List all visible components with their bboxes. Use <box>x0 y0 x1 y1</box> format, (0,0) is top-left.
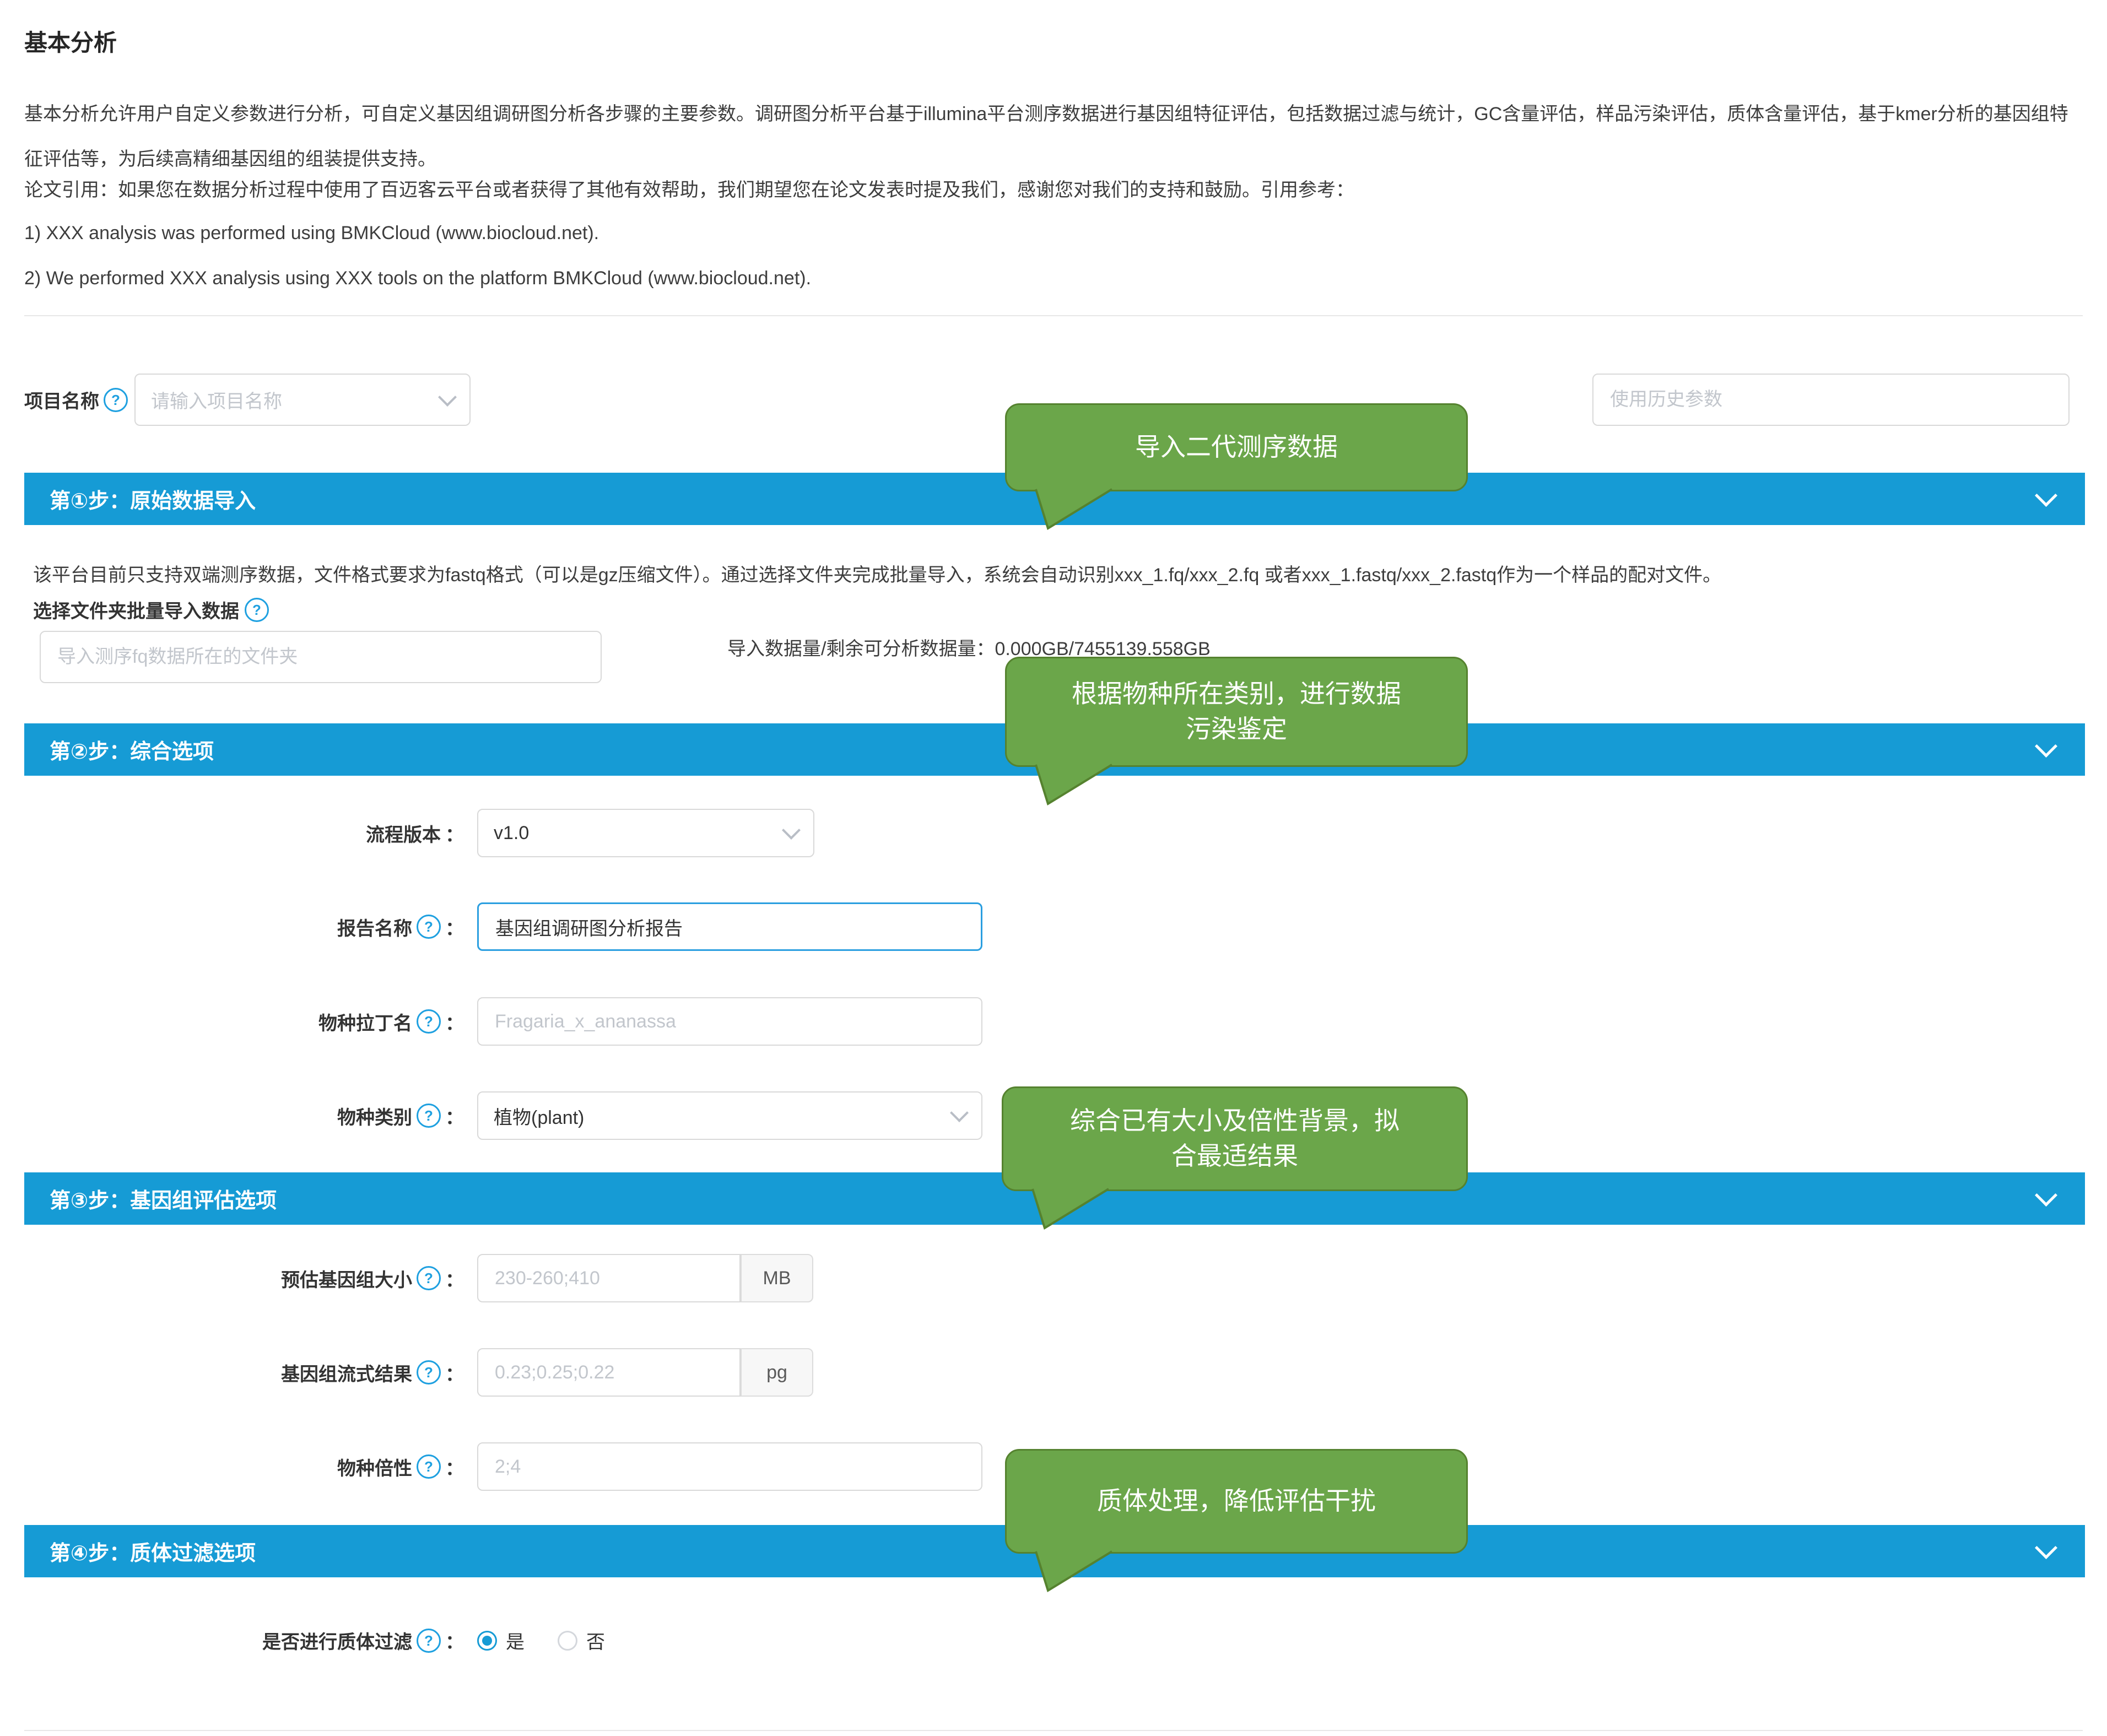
flow-result-input[interactable] <box>494 1361 724 1384</box>
colon: ： <box>445 1453 464 1480</box>
help-icon[interactable]: ? <box>417 1360 441 1385</box>
species-latin-input[interactable] <box>494 1010 966 1033</box>
collapse-chevron-icon[interactable] <box>2035 1537 2057 1559</box>
citation-reference-2: 2) We performed XXX analysis using XXX t… <box>24 268 811 289</box>
colon: ： <box>445 1359 464 1386</box>
pipeline-version-value: v1.0 <box>494 823 529 844</box>
project-name-label-text: 项目名称 <box>24 386 99 413</box>
plastid-filter-radio-group: 是 否 <box>477 1614 605 1667</box>
report-name-label-text: 报告名称 <box>337 913 412 940</box>
help-icon[interactable]: ? <box>417 1629 441 1653</box>
ploidy-input-wrap <box>477 1442 982 1491</box>
colon: ： <box>445 1265 464 1292</box>
species-category-select[interactable]: 植物(plant) <box>477 1091 982 1140</box>
project-name-placeholder: 请输入项目名称 <box>151 386 282 413</box>
callout-tail <box>1026 1187 1114 1231</box>
ploidy-input[interactable] <box>494 1456 966 1478</box>
chevron-down-icon <box>438 388 457 407</box>
flow-result-input-wrap <box>477 1348 741 1397</box>
genome-size-input-wrap <box>477 1254 741 1302</box>
help-icon[interactable]: ? <box>104 388 128 412</box>
collapse-chevron-icon[interactable] <box>2035 735 2057 758</box>
species-category-label-text: 物种类别 <box>337 1102 412 1129</box>
chevron-down-icon <box>950 1104 969 1122</box>
step2-title: 第②步：综合选项 <box>50 734 214 765</box>
page-title: 基本分析 <box>24 24 117 58</box>
species-latin-label-text: 物种拉丁名 <box>318 1008 412 1035</box>
step3-title: 第③步：基因组评估选项 <box>50 1183 277 1214</box>
colon: ： <box>445 1008 464 1035</box>
intro-description: 基本分析允许用户自定义参数进行分析，可自定义基因组调研图分析各步骤的主要参数。调… <box>24 91 2083 182</box>
colon: ： <box>445 820 464 847</box>
callout-tail <box>1029 488 1117 532</box>
report-name-input[interactable] <box>494 916 965 938</box>
flow-result-label: 基因组流式结果 ? ： <box>190 1348 464 1397</box>
step1-title: 第①步：原始数据导入 <box>50 484 256 514</box>
callout-tail <box>1029 763 1117 807</box>
help-icon[interactable]: ? <box>245 598 269 622</box>
collapse-chevron-icon[interactable] <box>2035 484 2057 507</box>
citation-reference-1: 1) XXX analysis was performed using BMKC… <box>24 223 599 244</box>
project-name-select[interactable]: 请输入项目名称 <box>134 374 471 426</box>
genome-size-label: 预估基因组大小 ? ： <box>190 1254 464 1302</box>
pipeline-version-label: 流程版本： <box>190 809 464 857</box>
help-icon[interactable]: ? <box>417 1009 441 1034</box>
history-params-input[interactable] <box>1609 388 2053 411</box>
callout-best-fit: 综合已有大小及倍性背景，拟合最适结果 <box>1002 1086 1468 1191</box>
species-latin-label: 物种拉丁名 ? ： <box>190 997 464 1046</box>
help-icon[interactable]: ? <box>417 915 441 939</box>
intro-divider <box>24 315 2083 316</box>
citation-note: 论文引用：如果您在数据分析过程中使用了百迈客云平台或者获得了其他有效帮助，我们期… <box>24 177 2083 203</box>
plastid-filter-label-text: 是否进行质体过滤 <box>262 1627 412 1654</box>
radio-unselected-icon[interactable] <box>558 1631 577 1651</box>
genome-size-unit: MB <box>741 1254 813 1302</box>
callout-contamination-check: 根据物种所在类别，进行数据污染鉴定 <box>1005 657 1468 767</box>
project-name-label: 项目名称 ? <box>24 386 128 413</box>
callout-tail <box>1029 1550 1117 1594</box>
folder-import-label-text: 选择文件夹批量导入数据 <box>33 596 239 623</box>
ploidy-label: 物种倍性 ? ： <box>190 1442 464 1491</box>
flow-result-label-text: 基因组流式结果 <box>281 1359 412 1386</box>
report-name-label: 报告名称 ? ： <box>190 902 464 951</box>
colon: ： <box>445 913 464 940</box>
step1-description: 该平台目前只支持双端测序数据，文件格式要求为fastq格式（可以是gz压缩文件）… <box>33 560 2083 587</box>
report-name-input-wrap <box>477 902 982 951</box>
folder-input-wrap <box>40 631 602 683</box>
radio-yes-label: 是 <box>506 1627 525 1654</box>
flow-result-unit: pg <box>741 1348 813 1397</box>
pipeline-version-label-text: 流程版本 <box>366 820 441 847</box>
callout-import-ngs-data: 导入二代测序数据 <box>1005 403 1468 491</box>
callout-plastid-processing: 质体处理，降低评估干扰 <box>1005 1449 1468 1554</box>
collapse-chevron-icon[interactable] <box>2035 1184 2057 1207</box>
radio-no[interactable]: 否 <box>558 1627 605 1654</box>
species-latin-input-wrap <box>477 997 982 1046</box>
folder-input[interactable] <box>56 646 585 668</box>
ploidy-label-text: 物种倍性 <box>337 1453 412 1480</box>
species-category-value: 植物(plant) <box>494 1102 584 1129</box>
radio-no-label: 否 <box>586 1627 605 1654</box>
bottom-divider <box>24 1730 2083 1731</box>
species-category-label: 物种类别 ? ： <box>190 1091 464 1140</box>
pipeline-version-select[interactable]: v1.0 <box>477 809 814 857</box>
help-icon[interactable]: ? <box>417 1266 441 1290</box>
radio-yes[interactable]: 是 <box>477 1627 525 1654</box>
plastid-filter-label: 是否进行质体过滤 ? ： <box>190 1614 464 1667</box>
radio-selected-icon[interactable] <box>477 1631 497 1651</box>
chevron-down-icon <box>782 821 801 840</box>
genome-size-label-text: 预估基因组大小 <box>281 1265 412 1292</box>
help-icon[interactable]: ? <box>417 1104 441 1128</box>
genome-size-input[interactable] <box>494 1267 724 1290</box>
step4-title: 第④步：质体过滤选项 <box>50 1536 256 1566</box>
help-icon[interactable]: ? <box>417 1454 441 1479</box>
colon: ： <box>445 1627 464 1654</box>
history-params-input-wrap <box>1592 374 2070 426</box>
folder-import-label: 选择文件夹批量导入数据 ? <box>33 596 269 623</box>
basic-analysis-page: 基本分析 基本分析允许用户自定义参数进行分析，可自定义基因组调研图分析各步骤的主… <box>0 0 2107 1736</box>
project-name-row: 项目名称 ? <box>24 374 128 426</box>
colon: ： <box>445 1102 464 1129</box>
